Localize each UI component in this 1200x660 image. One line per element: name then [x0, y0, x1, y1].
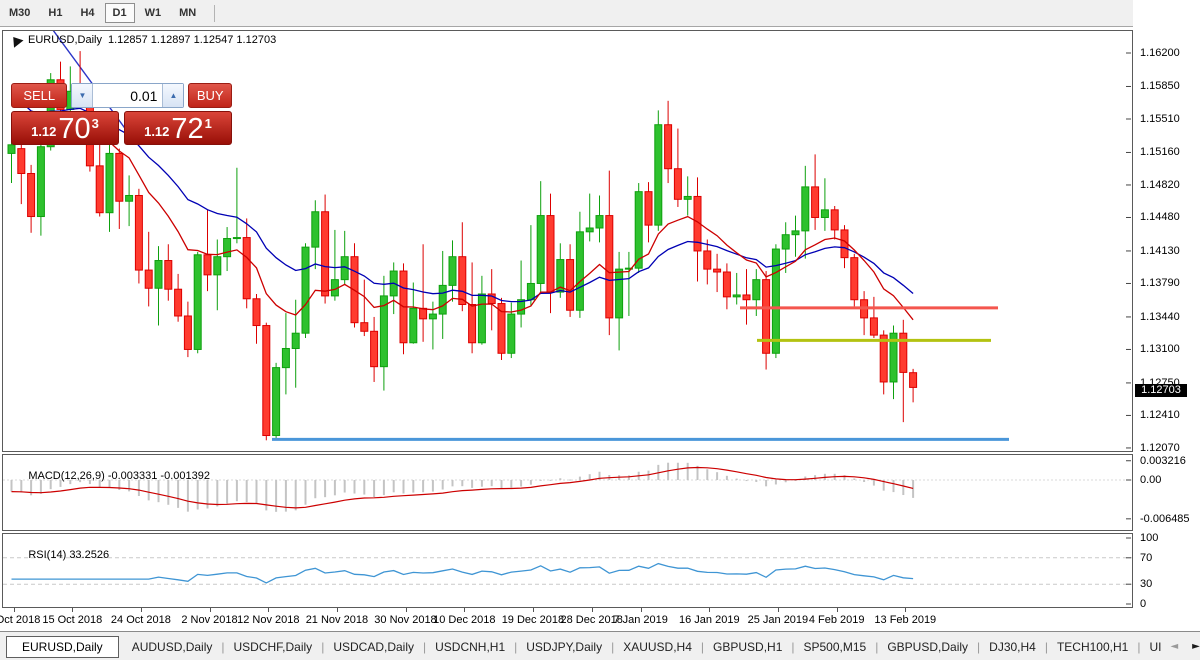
chart-tab-usdjpy-daily[interactable]: USDJPY,Daily: [517, 637, 611, 657]
date-tick: [140, 608, 142, 612]
one-click-trading-panel: SELL ▼ ▲ BUY 1.12 70 3 1.12 72 1: [11, 83, 232, 145]
date-tick: [709, 608, 711, 612]
buy-price-button[interactable]: 1.12 72 1: [124, 111, 232, 145]
chart-tab-xauusd-h4[interactable]: XAUUSD,H4: [614, 637, 701, 657]
chart-title: EURUSD,Daily 1.12857 1.12897 1.12547 1.1…: [8, 32, 277, 48]
chart-tab-bar: EURUSD,Daily AUDUSD,Daily | USDCHF,Daily | US…: [0, 631, 1200, 660]
date-tick: [405, 608, 407, 612]
date-tick: [640, 608, 642, 612]
date-tick: [13, 608, 15, 612]
volume-stepper: ▼ ▲: [71, 83, 185, 108]
sell-price-button[interactable]: 1.12 70 3: [11, 111, 119, 145]
macd-axis-label: 0.003216: [1140, 454, 1186, 467]
current-price-tag: 1.12703: [1135, 384, 1187, 397]
toolbar-separator: [214, 4, 216, 22]
price-chart-panel: EURUSD,Daily 1.12857 1.12897 1.12547 1.1…: [2, 30, 1133, 452]
chart-tab-usdcnh-h1[interactable]: USDCNH,H1: [426, 637, 514, 657]
price-axis[interactable]: 1.16200 1.15850 1.15510 1.15160 1.14820 1.144…: [1133, 0, 1200, 631]
price-axis-label: 1.13440: [1140, 310, 1180, 323]
rsi-indicator-panel: RSI(14) 33.2526: [2, 533, 1133, 608]
macd-axis-label: 0.00: [1140, 474, 1162, 486]
chart-tab-sp500-m15[interactable]: SP500,M15: [795, 637, 876, 657]
chart-tab-audusd-daily[interactable]: AUDUSD,Daily: [123, 637, 222, 657]
rsi-axis-label: 30: [1140, 578, 1153, 591]
timeframe-button-h4[interactable]: H4: [72, 3, 102, 23]
chart-marker-icon: [8, 32, 24, 48]
price-axis-label: 1.13790: [1140, 277, 1180, 290]
date-tick: [268, 608, 270, 612]
sell-price-pip: 3: [91, 116, 99, 131]
chart-tab-dj30-h4[interactable]: DJ30,H4: [980, 637, 1045, 657]
price-axis-label: 1.14130: [1140, 244, 1180, 257]
timeframe-button-h1[interactable]: H1: [40, 3, 70, 23]
price-axis-label: 1.12070: [1140, 441, 1180, 454]
chart-tab-usdchf-daily[interactable]: USDCHF,Daily: [225, 637, 322, 657]
chart-tab-usdcad-daily[interactable]: USDCAD,Daily: [324, 637, 423, 657]
price-axis-label: 1.14480: [1140, 211, 1180, 224]
timeframe-button-w1[interactable]: W1: [137, 3, 170, 23]
price-axis-label: 1.16200: [1140, 47, 1180, 59]
buy-button[interactable]: BUY: [188, 83, 232, 108]
date-tick: [72, 608, 74, 612]
buy-price-digits: 72: [171, 113, 204, 145]
buy-price-pip: 1: [204, 116, 212, 131]
chart-tab-eurusd-daily[interactable]: EURUSD,Daily: [6, 635, 119, 658]
volume-input[interactable]: [93, 84, 163, 107]
date-tick: [532, 608, 534, 612]
chart-tab-gbpusd-h1[interactable]: GBPUSD,H1: [704, 637, 791, 657]
sell-button[interactable]: SELL: [11, 83, 68, 108]
date-label: 13 Feb 2019: [874, 614, 937, 626]
date-tick: [777, 608, 779, 612]
rsi-label: RSI(14) 33.2526: [28, 549, 110, 561]
timeframe-button-d1[interactable]: D1: [104, 3, 135, 23]
price-axis-label: 1.15510: [1140, 112, 1180, 125]
timeframe-toolbar: M30 H1 H4 D1 W1 MN: [0, 0, 1200, 27]
timeframe-button-m30[interactable]: M30: [1, 3, 38, 23]
rsi-axis-label: 100: [1140, 532, 1159, 544]
rsi-axis-label: 0: [1140, 598, 1147, 610]
sell-price-digits: 70: [58, 113, 91, 145]
chart-tab-gbpusd-daily[interactable]: GBPUSD,Daily: [878, 637, 977, 657]
date-tick: [209, 608, 211, 612]
buy-price-prefix: 1.12: [144, 124, 170, 139]
sell-price-prefix: 1.12: [31, 124, 57, 139]
rsi-axis-label: 70: [1140, 551, 1153, 564]
tab-strip: EURUSD,Daily AUDUSD,Daily | USDCHF,Daily | US…: [0, 635, 1170, 658]
price-axis-label: 1.12410: [1140, 409, 1180, 422]
volume-decrease-button[interactable]: ▼: [72, 84, 94, 107]
date-tick: [336, 608, 338, 612]
price-axis-label: 1.15160: [1140, 146, 1180, 159]
date-axis[interactable]: 5 Oct 201815 Oct 201824 Oct 20182 Nov 20…: [0, 608, 1133, 631]
triangle-up-icon: ▲: [169, 91, 178, 100]
chart-tab-ui[interactable]: UI: [1140, 637, 1170, 657]
tab-scroll-left-icon[interactable]: ◄: [1170, 641, 1178, 652]
date-tick: [591, 608, 593, 612]
chart-tab-tech100-h1[interactable]: TECH100,H1: [1048, 637, 1137, 657]
volume-increase-button[interactable]: ▲: [162, 84, 184, 107]
chart-symbol-label: EURUSD,Daily: [28, 34, 102, 46]
macd-axis-label: -0.006485: [1140, 512, 1190, 525]
date-tick: [836, 608, 838, 612]
macd-label: MACD(12,26,9) -0.003331 -0.001392: [28, 470, 210, 482]
date-tick: [905, 608, 907, 612]
price-axis-label: 1.14820: [1140, 178, 1180, 191]
trading-app-window: M30 H1 H4 D1 W1 MN EURUSD,Daily 1.12857 1.128…: [0, 0, 1200, 660]
price-axis-label: 1.15850: [1140, 80, 1180, 93]
chart-ohlc-values: 1.12857 1.12897 1.12547 1.12703: [107, 34, 277, 46]
macd-indicator-panel: MACD(12,26,9) -0.003331 -0.001392: [2, 454, 1133, 531]
triangle-down-icon: ▼: [78, 91, 87, 100]
date-tick: [464, 608, 466, 612]
timeframe-button-mn[interactable]: MN: [171, 3, 204, 23]
tab-scroll-right-icon[interactable]: ►: [1192, 641, 1200, 652]
rsi-canvas[interactable]: [3, 534, 1132, 607]
price-axis-label: 1.13100: [1140, 343, 1180, 356]
